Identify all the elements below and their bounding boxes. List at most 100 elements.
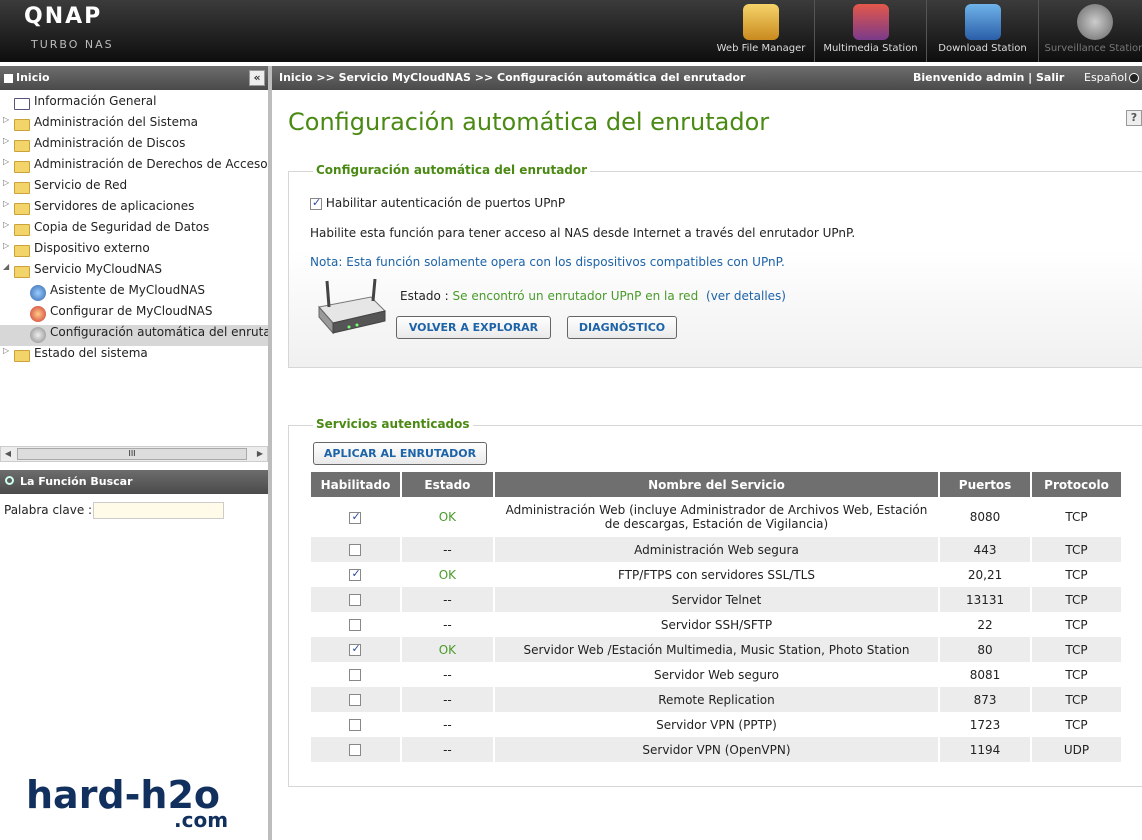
table-row: -- Administración Web segura 443 TCP xyxy=(311,537,1123,562)
scroll-right-icon[interactable]: ▶ xyxy=(254,448,266,460)
multimedia-station-button[interactable]: Multimedia Station xyxy=(814,0,926,62)
enabled-cell xyxy=(311,587,402,612)
scroll-thumb[interactable]: III xyxy=(17,448,247,460)
keyword-label: Palabra clave : xyxy=(4,503,93,517)
expand-icon[interactable]: ▷ xyxy=(3,157,13,166)
service-enable-checkbox[interactable] xyxy=(349,510,362,524)
service-enable-checkbox[interactable] xyxy=(349,744,362,756)
web-file-manager-button[interactable]: Web File Manager xyxy=(708,0,814,62)
app-header: QNAP TURBO NAS Web File Manager Multimed… xyxy=(0,0,1142,62)
status-cell: OK xyxy=(400,637,495,662)
router-icon xyxy=(30,327,46,343)
sidebar-item-info[interactable]: Información General xyxy=(0,94,268,115)
sidebar-item-network[interactable]: ▷ Servicio de Red xyxy=(0,178,268,199)
router-icon xyxy=(318,278,386,335)
enabled-cell xyxy=(311,712,402,737)
table-row: -- Servidor VPN (PPTP) 1723 TCP xyxy=(311,712,1123,737)
expand-icon[interactable]: ▷ xyxy=(3,346,13,355)
col-enabled[interactable]: Habilitado xyxy=(311,472,402,497)
col-service-name[interactable]: Nombre del Servicio xyxy=(493,472,941,497)
section-legend: Servicios autenticados xyxy=(313,417,473,431)
sidebar-item-external-device[interactable]: ▷ Dispositivo externo xyxy=(0,241,268,262)
sidebar-item-system[interactable]: ▷ Administración del Sistema xyxy=(0,115,268,136)
table-row: -- Servidor Web seguro 8081 TCP xyxy=(311,662,1123,687)
service-name-cell: Servidor VPN (OpenVPN) xyxy=(493,737,941,762)
service-enable-checkbox[interactable] xyxy=(349,642,362,656)
folder-open-icon xyxy=(14,266,30,278)
table-row: OKAdministración Web (incluye Administra… xyxy=(311,497,1123,537)
download-icon xyxy=(964,4,1001,40)
sidebar-item-access-rights[interactable]: ▷ Administración de Derechos de Acceso xyxy=(0,157,268,178)
expand-icon[interactable]: ▷ xyxy=(3,136,13,145)
expand-icon[interactable]: ▷ xyxy=(3,178,13,187)
ports-cell: 1723 xyxy=(939,712,1033,737)
expand-icon[interactable]: ▷ xyxy=(3,220,13,229)
sidebar-item-mycloudnas-wizard[interactable]: Asistente de MyCloudNAS xyxy=(0,283,268,304)
enabled-cell xyxy=(311,637,402,662)
folder-icon xyxy=(14,140,30,152)
service-enable-checkbox[interactable] xyxy=(349,719,362,731)
sidebar-item-app-servers[interactable]: ▷ Servidores de aplicaciones xyxy=(0,199,268,220)
services-table: Habilitado Estado Nombre del Servicio Pu… xyxy=(311,472,1123,762)
col-status[interactable]: Estado xyxy=(400,472,495,497)
sidebar-item-mycloudnas-config[interactable]: Configurar de MyCloudNAS xyxy=(0,304,268,325)
enabled-cell xyxy=(311,537,402,562)
status-cell: -- xyxy=(400,587,495,612)
table-row: -- Servidor Telnet 13131 TCP xyxy=(311,587,1123,612)
panel-splitter[interactable] xyxy=(268,66,272,840)
search-panel-header: La Función Buscar xyxy=(0,470,268,494)
help-icon[interactable]: ? xyxy=(1126,110,1142,126)
sidebar-item-system-status[interactable]: ▷ Estado del sistema xyxy=(0,346,268,367)
col-protocol[interactable]: Protocolo xyxy=(1031,472,1123,497)
keyword-search-input[interactable] xyxy=(93,502,224,519)
sidebar-horizontal-scrollbar[interactable]: ◀ III ▶ xyxy=(0,446,268,462)
service-enable-checkbox[interactable] xyxy=(349,619,362,631)
language-select[interactable]: Español xyxy=(1084,66,1140,90)
protocol-cell: TCP xyxy=(1031,687,1123,712)
expand-icon[interactable]: ▷ xyxy=(3,115,13,124)
diagnostic-button[interactable]: DIAGNÓSTICO xyxy=(567,316,677,339)
file-manager-icon xyxy=(743,4,779,40)
status-cell: -- xyxy=(400,737,495,762)
download-station-button[interactable]: Download Station xyxy=(926,0,1038,62)
expand-icon[interactable]: ▷ xyxy=(3,241,13,250)
folder-icon xyxy=(14,224,30,236)
col-ports[interactable]: Puertos xyxy=(939,472,1033,497)
status-value: Se encontró un enrutador UPnP en la red xyxy=(452,289,699,303)
rescan-button[interactable]: VOLVER A EXPLORAR xyxy=(396,316,551,339)
status-cell: -- xyxy=(400,612,495,637)
service-enable-checkbox[interactable] xyxy=(349,694,362,706)
scroll-left-icon[interactable]: ◀ xyxy=(2,448,14,460)
sidebar-item-backup[interactable]: ▷ Copia de Seguridad de Datos xyxy=(0,220,268,241)
service-enable-checkbox[interactable] xyxy=(349,544,362,556)
upnp-enable-checkbox[interactable] xyxy=(310,196,322,210)
navigation-tree: Información General ▷ Administración del … xyxy=(0,94,268,444)
info-icon xyxy=(14,98,30,110)
collapse-icon[interactable]: ◢ xyxy=(3,262,13,271)
ports-cell: 1194 xyxy=(939,737,1033,762)
status-cell: -- xyxy=(400,712,495,737)
page-title: Configuración automática del enrutador xyxy=(288,108,770,136)
sidebar-item-mycloudnas[interactable]: ◢ Servicio MyCloudNAS xyxy=(0,262,268,283)
router-config-section: Configuración automática del enrutador H… xyxy=(288,163,1142,368)
ports-cell: 20,21 xyxy=(939,562,1033,587)
sidebar-item-disks[interactable]: ▷ Administración de Discos xyxy=(0,136,268,157)
compatibility-note: Nota: Esta función solamente opera con l… xyxy=(310,255,785,269)
service-name-cell: Administración Web (incluye Administrado… xyxy=(493,497,941,537)
sidebar-item-router-autoconfig[interactable]: Configuración automática del enrutador xyxy=(0,325,268,346)
config-icon xyxy=(30,306,46,322)
welcome-logout[interactable]: Bienvenido admin | Salir xyxy=(913,66,1064,90)
apply-to-router-button[interactable]: APLICAR AL ENRUTADOR xyxy=(313,442,487,465)
service-enable-checkbox[interactable] xyxy=(349,567,362,581)
surveillance-station-button[interactable]: Surveillance Station xyxy=(1038,0,1142,62)
breadcrumb[interactable]: Inicio >> Servicio MyCloudNAS >> Configu… xyxy=(279,66,745,90)
sidebar-title: Inicio xyxy=(16,71,50,84)
collapse-sidebar-button[interactable]: « xyxy=(249,70,265,86)
view-details-link[interactable]: (ver detalles) xyxy=(706,289,786,303)
service-enable-checkbox[interactable] xyxy=(349,594,362,606)
camera-icon xyxy=(1076,4,1113,40)
service-enable-checkbox[interactable] xyxy=(349,669,362,681)
expand-icon[interactable]: ▷ xyxy=(3,199,13,208)
service-name-cell: Servidor VPN (PPTP) xyxy=(493,712,941,737)
protocol-cell: TCP xyxy=(1031,662,1123,687)
